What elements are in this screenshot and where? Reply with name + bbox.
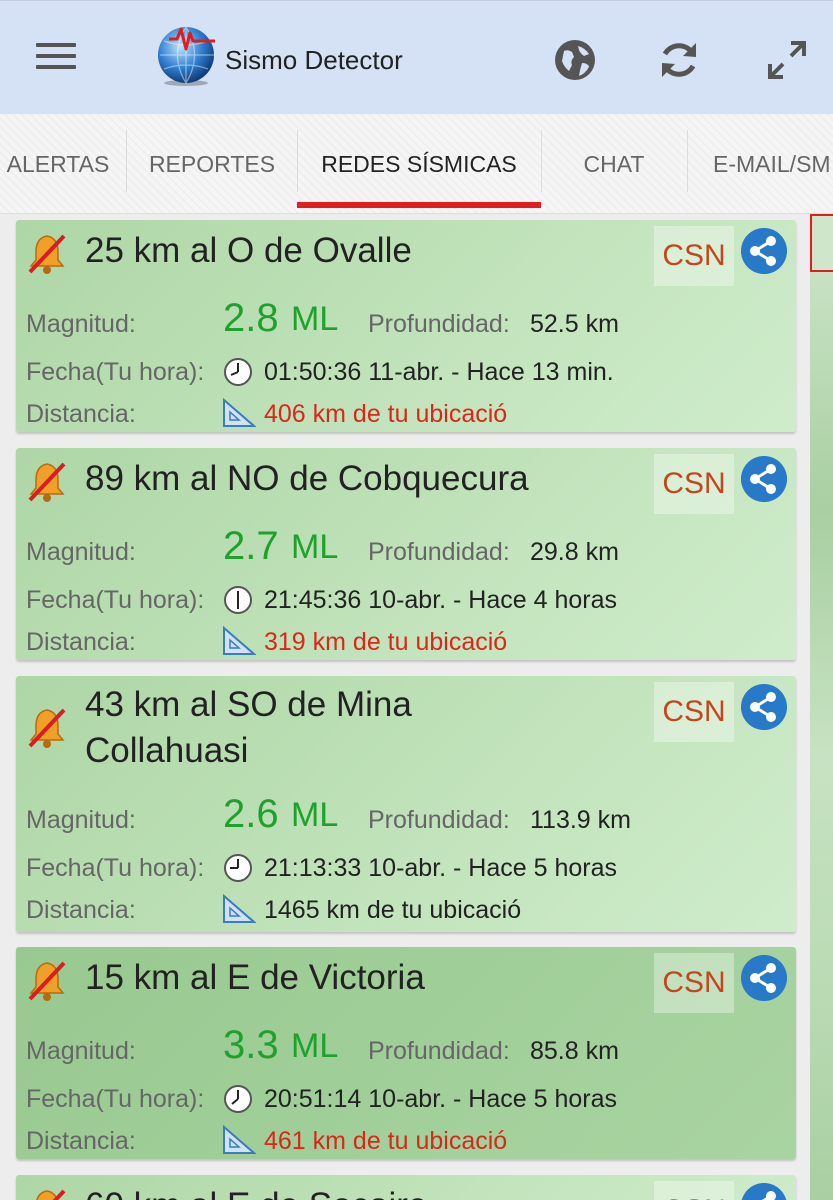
- muted-bell-icon: [28, 462, 66, 502]
- globe-icon[interactable]: [552, 37, 598, 83]
- magnitude-value: 3.3: [223, 1023, 279, 1067]
- share-icon[interactable]: [741, 1183, 787, 1200]
- depth-label: Profundidad:: [368, 310, 510, 338]
- earthquake-card[interactable]: 60 km al E de Socaire CSN: [16, 1175, 796, 1200]
- earthquake-card[interactable]: 25 km al O de Ovalle CSN Magnitud: 2.8 M…: [16, 220, 796, 432]
- magnitude-unit: ML: [291, 796, 339, 834]
- muted-bell-icon: [28, 708, 66, 748]
- share-icon[interactable]: [741, 955, 787, 1001]
- date-value: 21:13:33 10-abr. - Hace 5 horas: [264, 854, 618, 882]
- app-title: Sismo Detector: [225, 45, 403, 75]
- depth-label: Profundidad:: [368, 806, 510, 834]
- event-location: 25 km al O de Ovalle: [85, 231, 412, 270]
- clock-icon: [224, 358, 252, 386]
- date-value: 21:45:36 10-abr. - Hace 4 horas: [264, 586, 618, 614]
- clock-icon: [224, 1085, 252, 1113]
- muted-bell-icon: [36, 1189, 66, 1200]
- earthquake-card[interactable]: 43 km al SO de Mina Collahuasi CSN Magni…: [16, 676, 796, 932]
- distance-value: 406 km de tu ubicació: [264, 400, 508, 428]
- magnitude-value: 2.8: [223, 296, 279, 340]
- date-value: 01:50:36 11-abr. - Hace 13 min.: [264, 358, 614, 386]
- magnitude-value: 2.7: [223, 524, 279, 568]
- tab-redes-sismicas[interactable]: REDES SÍSMICAS: [297, 114, 541, 214]
- adjacent-page-edge: [810, 214, 833, 1200]
- depth-label: Profundidad:: [368, 538, 510, 566]
- depth-value: 85.8 km: [530, 1037, 619, 1065]
- adjacent-page-tab: [810, 214, 833, 272]
- date-label: Fecha(Tu hora):: [26, 586, 205, 614]
- share-icon[interactable]: [741, 228, 787, 274]
- active-tab-indicator: [297, 202, 541, 208]
- muted-bell-icon: [28, 961, 66, 1001]
- magnitude-unit: ML: [291, 528, 339, 566]
- date-label: Fecha(Tu hora):: [26, 854, 205, 882]
- ruler-icon: [223, 398, 256, 427]
- distance-label: Distancia:: [26, 400, 136, 428]
- tab-chat[interactable]: CHAT: [541, 114, 687, 214]
- clock-icon: [224, 586, 252, 614]
- tab-bar: ALERTAS REPORTES REDES SÍSMICAS CHAT E-M…: [0, 114, 833, 214]
- earthquake-card[interactable]: 15 km al E de Victoria CSN Magnitud: 3.3…: [16, 947, 796, 1159]
- event-location: 89 km al NO de Cobquecura: [85, 459, 529, 498]
- event-location: 15 km al E de Victoria: [85, 958, 425, 997]
- muted-bell-icon: [28, 234, 66, 274]
- distance-value: 461 km de tu ubicació: [264, 1127, 508, 1155]
- tab-reportes[interactable]: REPORTES: [127, 114, 297, 214]
- app-logo-icon: [158, 26, 215, 86]
- tab-email-sms[interactable]: E-MAIL/SM: [688, 114, 833, 214]
- date-value: 20:51:14 10-abr. - Hace 5 horas: [264, 1085, 618, 1113]
- app-bar: Sismo Detector: [0, 0, 833, 114]
- agency-badge[interactable]: CSN: [654, 226, 734, 286]
- clock-icon: [224, 854, 252, 882]
- date-label: Fecha(Tu hora):: [26, 358, 205, 386]
- tab-alertas[interactable]: ALERTAS: [0, 114, 126, 214]
- earthquake-card[interactable]: 89 km al NO de Cobquecura CSN Magnitud: …: [16, 448, 796, 660]
- menu-icon[interactable]: [36, 43, 76, 73]
- depth-value: 52.5 km: [530, 310, 619, 338]
- ruler-icon: [223, 626, 256, 655]
- depth-label: Profundidad:: [368, 1037, 510, 1065]
- agency-badge[interactable]: CSN: [654, 682, 734, 742]
- ruler-icon: [223, 1125, 256, 1154]
- distance-label: Distancia:: [26, 896, 136, 924]
- share-icon[interactable]: [741, 684, 787, 730]
- share-icon[interactable]: [741, 456, 787, 502]
- agency-badge[interactable]: CSN: [654, 953, 734, 1013]
- depth-value: 29.8 km: [530, 538, 619, 566]
- distance-value: 1465 km de tu ubicació: [264, 896, 522, 924]
- ruler-icon: [223, 894, 256, 923]
- distance-label: Distancia:: [26, 1127, 136, 1155]
- magnitude-unit: ML: [291, 300, 339, 338]
- agency-badge[interactable]: CSN: [654, 1181, 734, 1200]
- magnitude-label: Magnitud:: [26, 1037, 136, 1065]
- expand-icon[interactable]: [764, 37, 810, 83]
- distance-label: Distancia:: [26, 628, 136, 656]
- magnitude-label: Magnitud:: [26, 310, 136, 338]
- agency-badge[interactable]: CSN: [654, 454, 734, 514]
- refresh-icon[interactable]: [656, 37, 702, 83]
- distance-value: 319 km de tu ubicació: [264, 628, 508, 656]
- magnitude-label: Magnitud:: [26, 806, 136, 834]
- magnitude-value: 2.6: [223, 792, 279, 836]
- depth-value: 113.9 km: [530, 806, 631, 834]
- date-label: Fecha(Tu hora):: [26, 1085, 205, 1113]
- earthquake-list[interactable]: 25 km al O de Ovalle CSN Magnitud: 2.8 M…: [0, 214, 810, 1200]
- event-location: 43 km al SO de Mina Collahuasi: [85, 685, 412, 770]
- event-location: 60 km al E de Socaire: [85, 1183, 645, 1200]
- magnitude-label: Magnitud:: [26, 538, 136, 566]
- magnitude-unit: ML: [291, 1027, 339, 1065]
